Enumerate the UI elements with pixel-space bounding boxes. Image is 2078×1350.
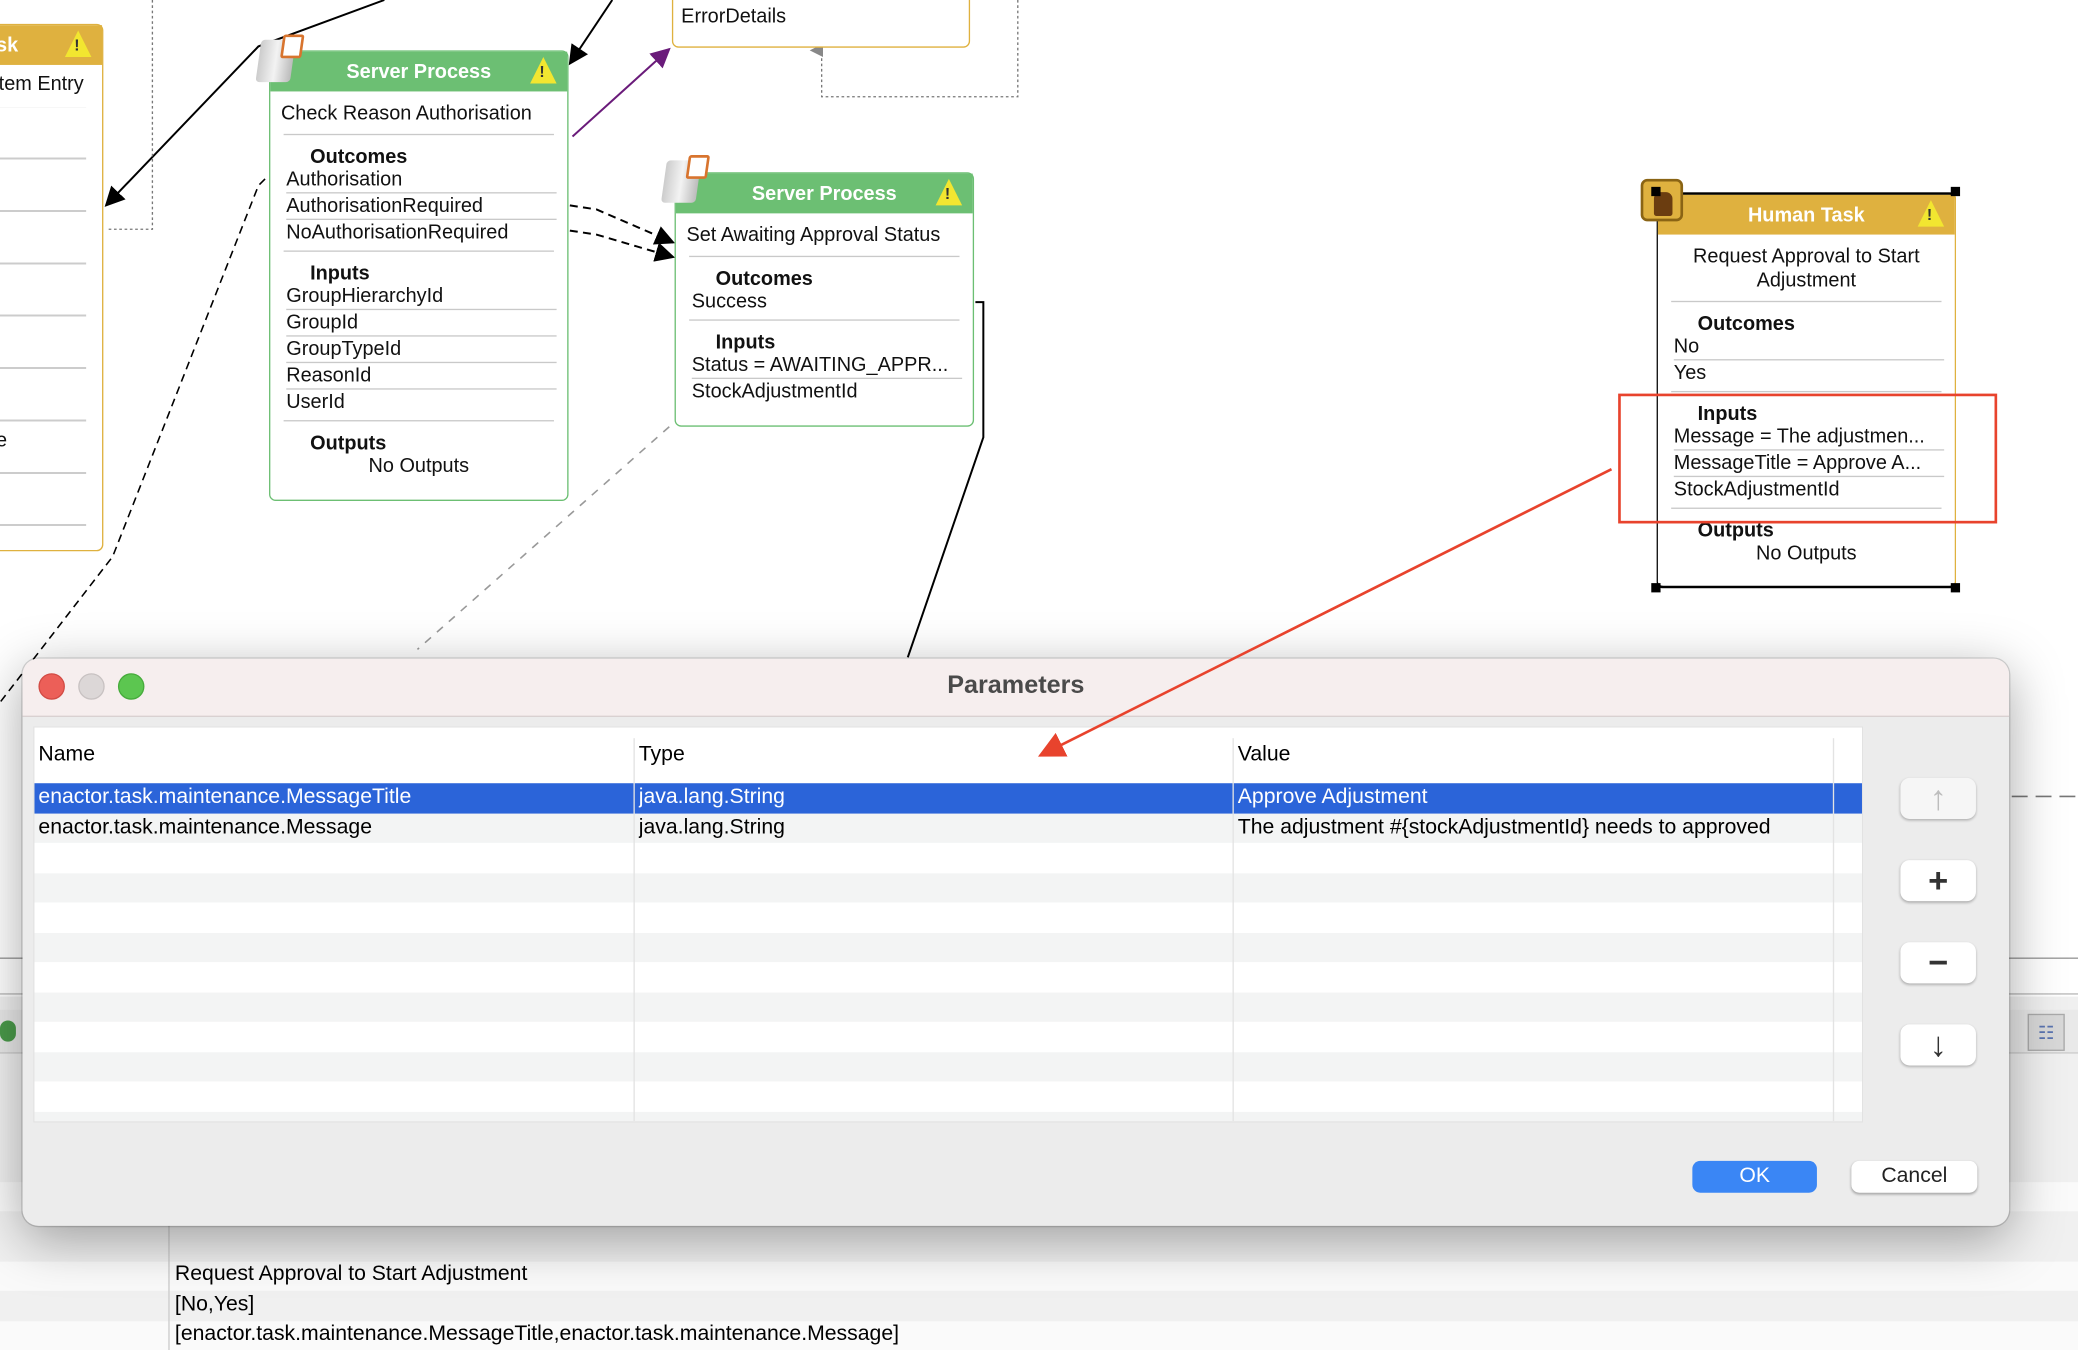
- workflow-editor: ☷ Request Approval to Start Adjustment […: [0, 0, 2078, 1350]
- annotation-arrow: [1037, 467, 1613, 757]
- annotation-layer: [1037, 393, 1998, 757]
- highlight-box: [1618, 393, 1998, 524]
